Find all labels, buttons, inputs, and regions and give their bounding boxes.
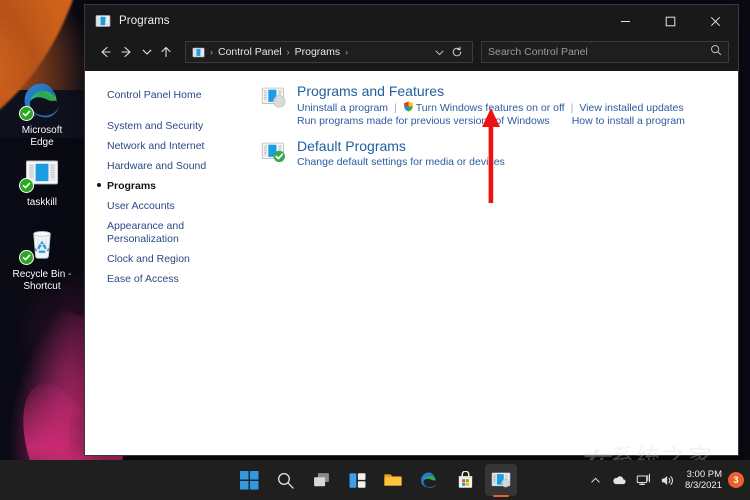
sidebar-item-control-panel-home[interactable]: Control Panel Home: [85, 85, 247, 105]
check-badge-icon: [19, 106, 34, 121]
desktop-icon-label-line2: Edge: [30, 137, 54, 148]
link-view-installed-updates[interactable]: View installed updates: [579, 102, 683, 114]
breadcrumb[interactable]: › Control Panel › Programs ›: [185, 41, 473, 63]
sidebar-item-user-accounts[interactable]: User Accounts: [85, 196, 247, 216]
desktop-icon-taskkill[interactable]: taskkill: [0, 150, 84, 209]
sidebar[interactable]: Control Panel Home System and Security N…: [85, 71, 247, 455]
start-button[interactable]: [233, 464, 265, 496]
desktop-icon-label-line2: Shortcut: [23, 281, 61, 292]
window-body: Control Panel Home System and Security N…: [85, 71, 738, 455]
clock-date: 8/3/2021: [685, 480, 722, 491]
sidebar-item-programs[interactable]: Programs: [85, 176, 247, 196]
recent-locations-button[interactable]: [138, 41, 155, 63]
microsoft-edge-icon: [19, 78, 64, 122]
sidebar-item-network-and-internet[interactable]: Network and Internet: [85, 136, 247, 156]
search-box[interactable]: [481, 41, 729, 63]
file-explorer-button[interactable]: [377, 464, 409, 496]
link-uninstall-a-program[interactable]: Uninstall a program: [297, 102, 388, 114]
search-icon[interactable]: [710, 43, 722, 61]
link-turn-windows-features-on-or-off[interactable]: Turn Windows features on or off: [416, 102, 565, 114]
sidebar-item-ease-of-access[interactable]: Ease of Access: [85, 269, 247, 289]
link-how-to-install-a-program[interactable]: How to install a program: [572, 115, 685, 127]
category-programs-and-features: Programs and Features Uninstall a progra…: [261, 83, 728, 129]
generic-program-icon: [19, 150, 64, 194]
search-button[interactable]: [269, 464, 301, 496]
desktop-icon-label-line1: Recycle Bin -: [12, 269, 72, 280]
control-panel-icon: [192, 46, 205, 59]
microsoft-store-button[interactable]: [449, 464, 481, 496]
breadcrumb-separator[interactable]: ›: [287, 47, 290, 57]
microsoft-edge-button[interactable]: [413, 464, 445, 496]
desktop-icon-label: Recycle Bin - Shortcut: [0, 269, 84, 293]
sidebar-item-appearance-and-personalization[interactable]: Appearance and Personalization: [85, 216, 247, 249]
search-input[interactable]: [488, 46, 710, 58]
sidebar-item-clock-and-region[interactable]: Clock and Region: [85, 249, 247, 269]
clock-time: 3:00 PM: [686, 468, 722, 480]
link-row-1: Uninstall a program | Turn Windows feature…: [297, 102, 684, 114]
close-button[interactable]: [693, 5, 738, 37]
category-default-programs: Default Programs Change default settings…: [261, 138, 728, 170]
category-text: Default Programs Change default settings…: [297, 138, 505, 170]
sidebar-item-hardware-and-sound[interactable]: Hardware and Sound: [85, 156, 247, 176]
widgets-button[interactable]: [341, 464, 373, 496]
desktop-icon-label: Microsoft Edge: [0, 125, 84, 149]
control-panel-button[interactable]: [485, 464, 517, 496]
check-badge-icon: [19, 178, 34, 193]
link-separator: |: [394, 101, 397, 114]
default-programs-icon: [261, 139, 287, 165]
taskbar[interactable]: 3:00 PM 8/3/2021 3: [0, 460, 750, 500]
network-icon[interactable]: [632, 465, 654, 495]
link-row-2: Run programs made for previous versions …: [297, 115, 685, 127]
wallpaper-shape-orange-2: [0, 0, 90, 90]
category-title-programs-and-features[interactable]: Programs and Features: [297, 83, 685, 100]
window-title: Programs: [119, 15, 170, 27]
desktop-icon-label: taskkill: [26, 197, 57, 208]
category-links: Uninstall a program | Turn Windows feature…: [297, 101, 685, 129]
desktop-icon-label-line1: Microsoft: [21, 125, 63, 136]
clock[interactable]: 3:00 PM 8/3/2021: [685, 469, 722, 492]
main-content: Programs and Features Uninstall a progra…: [247, 71, 738, 455]
back-button[interactable]: [94, 41, 116, 63]
check-badge-icon: [19, 250, 34, 265]
category-text: Programs and Features Uninstall a progra…: [297, 83, 685, 129]
maximize-button[interactable]: [648, 5, 693, 37]
recycle-bin-icon: [19, 222, 64, 266]
breadcrumb-item-programs[interactable]: Programs: [295, 46, 341, 58]
breadcrumb-separator: ›: [210, 47, 213, 57]
refresh-icon[interactable]: [448, 46, 466, 58]
address-toolbar[interactable]: › Control Panel › Programs ›: [85, 37, 738, 71]
category-title-default-programs[interactable]: Default Programs: [297, 138, 505, 155]
desktop-icon-microsoft-edge[interactable]: Microsoft Edge: [0, 78, 84, 149]
chevron-down-icon[interactable]: [430, 47, 448, 58]
show-hidden-icons-button[interactable]: [584, 465, 606, 495]
control-panel-window[interactable]: Programs › Control Panel › Programs › Se…: [84, 4, 739, 456]
link-separator: |: [570, 101, 574, 114]
breadcrumb-item-control-panel[interactable]: Control Panel: [218, 46, 282, 58]
category-links: Change default settings for media or dev…: [297, 156, 505, 170]
shield-icon: [403, 101, 414, 112]
forward-button[interactable]: [116, 41, 138, 63]
up-button[interactable]: [155, 41, 177, 63]
task-view-button[interactable]: [305, 464, 337, 496]
window-controls[interactable]: [603, 5, 738, 37]
minimize-button[interactable]: [603, 5, 648, 37]
system-tray[interactable]: 3:00 PM 8/3/2021 3: [584, 460, 744, 500]
breadcrumb-separator[interactable]: ›: [345, 47, 348, 57]
link-change-default-settings-for-media-or-devices[interactable]: Change default settings for media or dev…: [297, 156, 505, 168]
window-titlebar[interactable]: Programs: [85, 5, 738, 37]
notification-badge[interactable]: 3: [728, 472, 744, 488]
taskbar-items[interactable]: [233, 464, 517, 496]
sidebar-item-system-and-security[interactable]: System and Security: [85, 116, 247, 136]
programs-and-features-icon: [261, 84, 287, 110]
volume-icon[interactable]: [656, 465, 678, 495]
desktop-icon-recycle-bin[interactable]: Recycle Bin - Shortcut: [0, 222, 84, 293]
link-run-programs-made-for-previous-versions[interactable]: Run programs made for previous versions …: [297, 115, 550, 127]
control-panel-icon: [95, 13, 111, 29]
onedrive-icon[interactable]: [608, 465, 630, 495]
